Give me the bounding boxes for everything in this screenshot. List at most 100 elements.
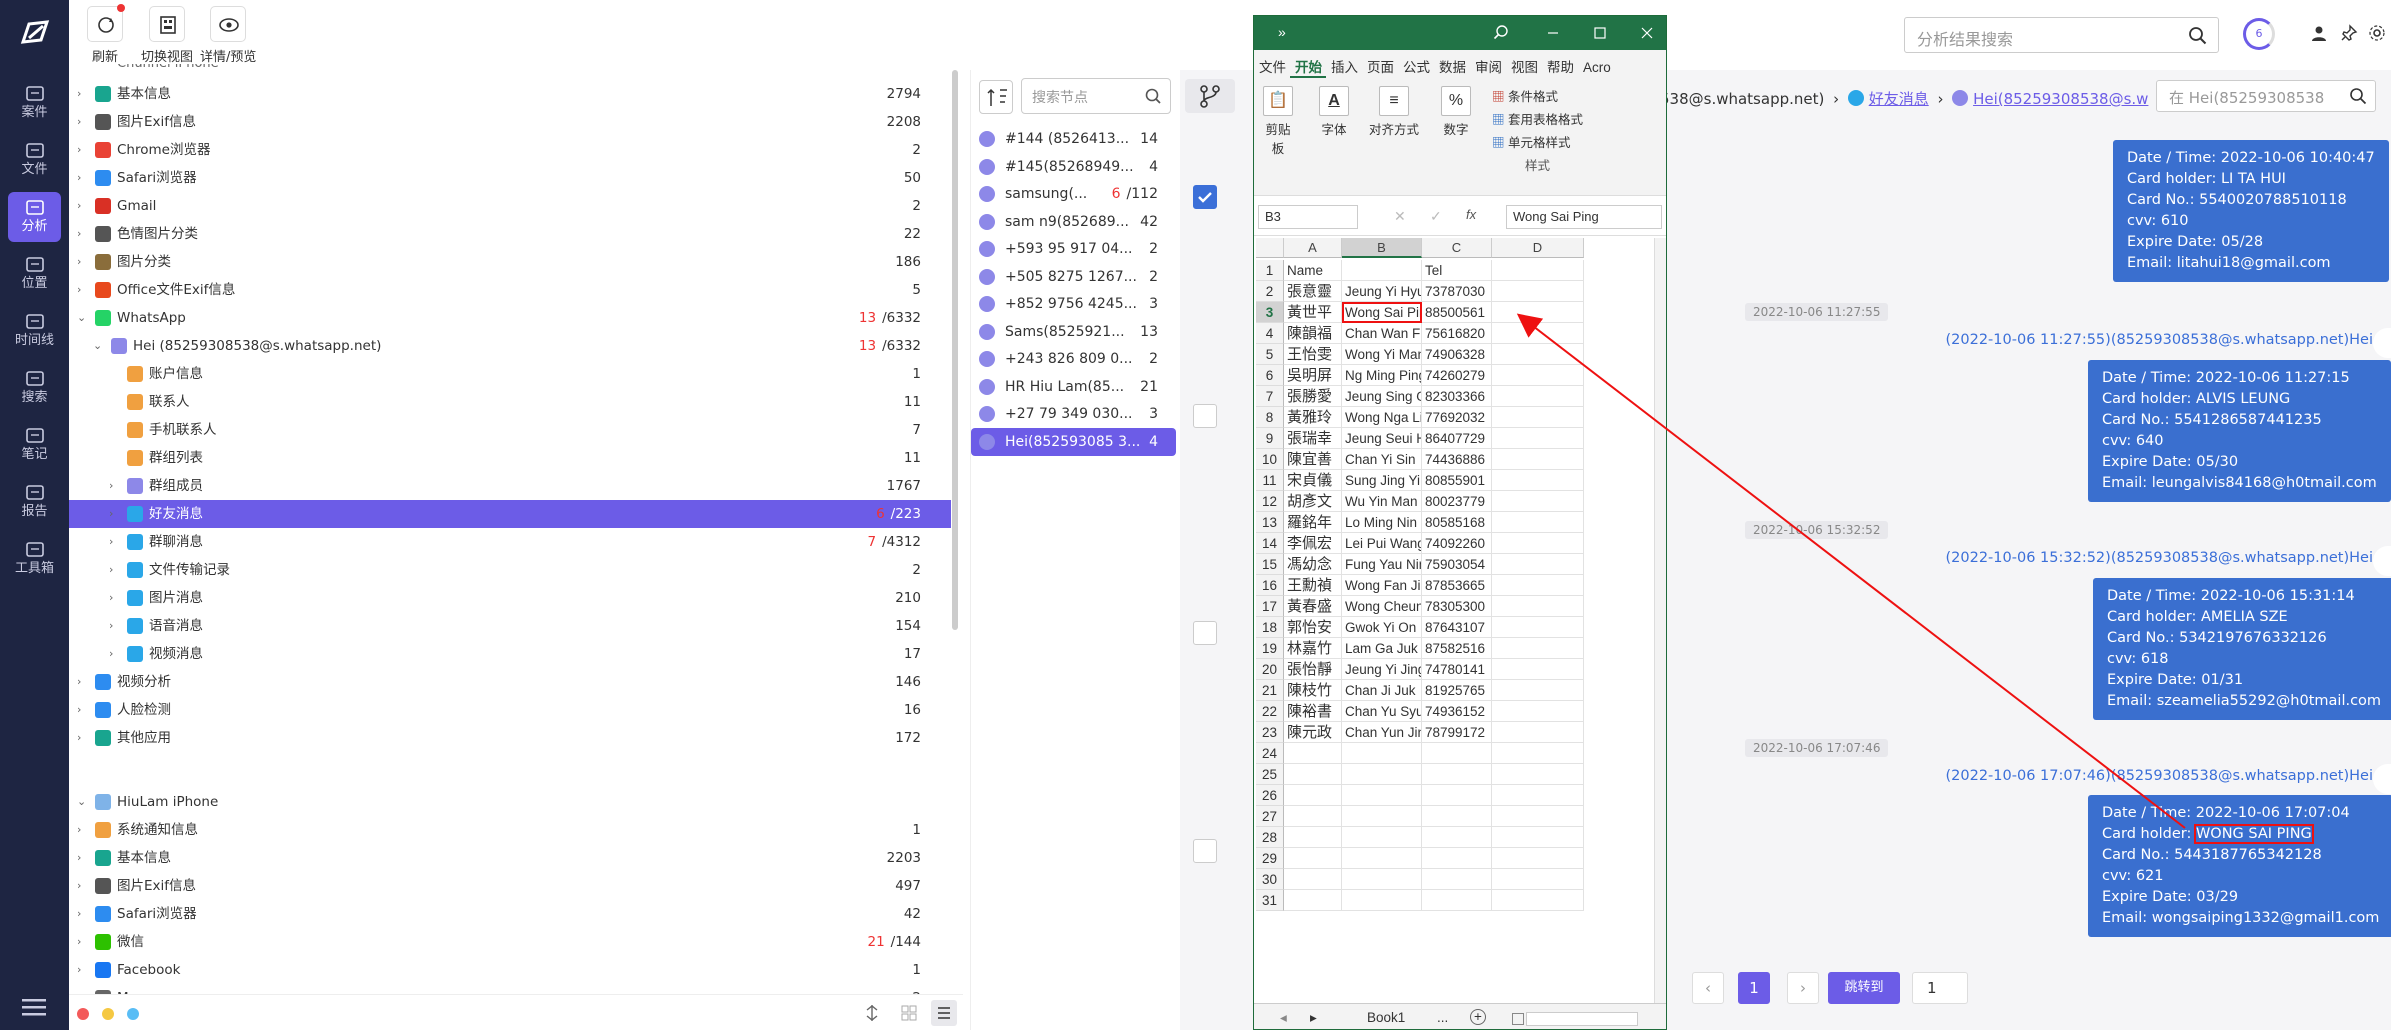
cell-style-button[interactable]: ▦ 单元格样式 [1492, 132, 1583, 155]
grid-cell[interactable] [1492, 743, 1584, 764]
paste-group[interactable]: 📋 剪贴板 [1260, 86, 1296, 157]
grid-cell[interactable]: Wu Yin Man [1342, 491, 1422, 512]
grid-cell[interactable]: 林嘉竹 [1284, 638, 1342, 659]
yellow-dot-icon[interactable] [102, 1008, 114, 1020]
grid-cell[interactable]: 黃春盛 [1284, 596, 1342, 617]
chevron-right-icon[interactable]: › [77, 852, 87, 863]
tree-row[interactable]: ›M...2 [69, 984, 951, 994]
grid-cell[interactable]: Chan Yi Sin [1342, 449, 1422, 470]
chevron-right-icon[interactable]: › [77, 144, 87, 155]
chevron-right-icon[interactable]: › [77, 88, 87, 99]
grid-cell[interactable]: Chan Wan Fuk [1342, 323, 1422, 344]
ribbon-tab[interactable]: 文件 [1254, 50, 1290, 76]
function-icon[interactable]: fx [1466, 207, 1476, 222]
branch-button[interactable] [1185, 79, 1235, 113]
grid-cell[interactable]: 82303366 [1422, 386, 1492, 407]
chevron-right-icon[interactable]: › [109, 648, 119, 659]
contact-search-input[interactable]: 搜索节点 [1021, 78, 1171, 114]
ribbon-tab[interactable]: 公式 [1398, 50, 1434, 76]
excel-vertical-scrollbar[interactable] [1654, 238, 1666, 1003]
user-icon[interactable] [2310, 24, 2328, 42]
font-group[interactable]: A 字体 [1316, 86, 1352, 138]
sheet-next-icon[interactable]: ▸ [1310, 1010, 1317, 1026]
contact-row[interactable]: +243 826 809 0... 2 [971, 345, 1176, 373]
switch-view-button[interactable]: 切换视图 [141, 6, 193, 65]
row-header[interactable]: 22 [1256, 701, 1284, 722]
grid-cell[interactable]: Wong Fan Jing [1342, 575, 1422, 596]
grid-cell[interactable] [1492, 428, 1584, 449]
name-box[interactable]: B3 [1258, 205, 1358, 229]
grid-cell[interactable] [1342, 785, 1422, 806]
grid-cell[interactable]: Ng Ming Ping [1342, 365, 1422, 386]
tree-row[interactable]: › Safari浏览器 42 [69, 900, 951, 928]
message-bubble[interactable]: Date / Time: 2022-10-06 17:07:04 Card hol… [2088, 795, 2391, 937]
chevron-right-icon[interactable]: › [77, 908, 87, 919]
grid-cell[interactable] [1342, 890, 1422, 911]
tree-row[interactable]: › Chrome浏览器 2 [69, 136, 951, 164]
row-header[interactable]: 6 [1256, 365, 1284, 386]
tree-row[interactable]: 手机联系人 7 [69, 416, 951, 444]
breadcrumb-friend-messages[interactable]: 好友消息 [1869, 90, 1929, 108]
tree-row[interactable]: › Safari浏览器 50 [69, 164, 951, 192]
progress-badge[interactable]: 6 [2243, 18, 2275, 50]
tree-row[interactable]: ⌄ WhatsApp 13/6332 [69, 304, 951, 332]
grid-cell[interactable]: 87643107 [1422, 617, 1492, 638]
tree-row[interactable]: 账户信息 1 [69, 360, 951, 388]
grid-cell[interactable] [1342, 848, 1422, 869]
breadcrumb-contact[interactable]: Hei(85259308538@s.w [1973, 90, 2148, 108]
grid-cell[interactable]: Jeung Yi Jing [1342, 659, 1422, 680]
tree-row[interactable]: › Office文件Exif信息 5 [69, 276, 951, 304]
row-header[interactable]: 7 [1256, 386, 1284, 407]
contact-row[interactable]: samsung(... 6/112 [971, 180, 1176, 208]
grid-cell[interactable]: 王怡雯 [1284, 344, 1342, 365]
contact-row[interactable]: +593 95 917 04... 2 [971, 235, 1176, 263]
row-header[interactable]: 15 [1256, 554, 1284, 575]
chevron-right-icon[interactable]: › [77, 172, 87, 183]
row-header[interactable]: 16 [1256, 575, 1284, 596]
sheet-more[interactable]: ... [1437, 1010, 1448, 1025]
chevron-right-icon[interactable]: › [109, 592, 119, 603]
grid-cell[interactable]: Lam Ga Juk [1342, 638, 1422, 659]
grid-cell[interactable]: 陳枝竹 [1284, 680, 1342, 701]
grid-cell[interactable]: 郭怡安 [1284, 617, 1342, 638]
column-header[interactable]: B [1342, 238, 1422, 258]
tree-row[interactable]: › 基本信息 2203 [69, 844, 951, 872]
chevron-right-icon[interactable]: › [77, 824, 87, 835]
grid-cell[interactable]: 張瑞幸 [1284, 428, 1342, 449]
grid-cell[interactable]: 77692032 [1422, 407, 1492, 428]
tree-row[interactable]: › 视频分析 146 [69, 668, 951, 696]
message-checkbox[interactable] [1193, 621, 1217, 645]
message-checkbox[interactable] [1193, 404, 1217, 428]
chevron-right-icon[interactable]: › [77, 284, 87, 295]
row-header[interactable]: 8 [1256, 407, 1284, 428]
grid-cell[interactable] [1492, 680, 1584, 701]
hscroll-left-icon[interactable] [1512, 1013, 1524, 1025]
grid-cell[interactable]: Gwok Yi On [1342, 617, 1422, 638]
contact-row[interactable]: +505 8275 1267... 2 [971, 263, 1176, 291]
grid-cell[interactable]: Fung Yau Nim [1342, 554, 1422, 575]
tree-row[interactable]: › 图片分类 186 [69, 248, 951, 276]
detail-preview-button[interactable]: 详情/预览 [200, 6, 256, 65]
confirm-entry-icon[interactable]: ✓ [1430, 208, 1442, 225]
grid-cell[interactable]: Lei Pui Wang [1342, 533, 1422, 554]
chevron-right-icon[interactable]: › [109, 508, 119, 519]
grid-cell[interactable] [1492, 323, 1584, 344]
tree-row[interactable]: › 文件传输记录 2 [69, 556, 951, 584]
grid-cell[interactable] [1342, 806, 1422, 827]
ribbon-tab[interactable]: 审阅 [1470, 50, 1506, 76]
tree-row[interactable]: › 基本信息 2794 [69, 80, 951, 108]
row-header[interactable]: 26 [1256, 785, 1284, 806]
chevron-right-icon[interactable]: › [109, 620, 119, 631]
red-dot-icon[interactable] [77, 1008, 89, 1020]
grid-cell[interactable]: 張怡靜 [1284, 659, 1342, 680]
grid-cell[interactable]: Chan Yu Syu [1342, 701, 1422, 722]
grid-cell[interactable]: 80585168 [1422, 512, 1492, 533]
row-header[interactable]: 28 [1256, 827, 1284, 848]
grid-cell[interactable]: Wong Yi Man [1342, 344, 1422, 365]
grid-cell[interactable]: 74260279 [1422, 365, 1492, 386]
grid-cell[interactable]: 73787030 [1422, 281, 1492, 302]
chevron-right-icon[interactable]: › [77, 256, 87, 267]
grid-cell[interactable]: 黃世平 [1284, 302, 1342, 323]
grid-cell[interactable]: 78305300 [1422, 596, 1492, 617]
row-header[interactable]: 14 [1256, 533, 1284, 554]
